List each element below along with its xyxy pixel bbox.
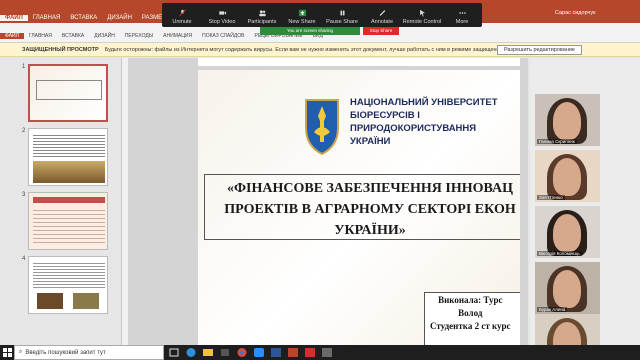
taskbar-search-box[interactable]: ⌕ Введіть пошуковий запит тут [14,345,164,360]
university-crest-icon [305,99,339,156]
tab2-design[interactable]: ДИЗАЙН [89,33,120,39]
participant-name: Вікторія Коломиєць [537,251,582,256]
participants-icon [258,10,266,17]
chrome-icon[interactable] [235,347,249,358]
stop-video-button[interactable]: Stop Video [202,9,242,25]
participant-name: Зоя Птенко [537,195,565,200]
tab-file[interactable]: ФАЙЛ [0,14,28,21]
windows-taskbar: ⌕ Введіть пошуковий запит тут [0,345,640,360]
slide-thumbnail-2[interactable] [28,128,108,186]
store-icon[interactable] [218,347,232,358]
tab-insert[interactable]: ВСТАВКА [65,15,102,21]
zoom-toolbar: Unmute Stop Video Participants New Share… [162,3,482,27]
word-icon[interactable] [269,347,283,358]
participant-video-2[interactable]: Зоя Птенко [535,150,600,202]
thumb-number: 3 [22,192,26,198]
windows-logo-icon [2,348,12,357]
tab-design[interactable]: ДИЗАЙН [102,15,137,21]
file-explorer-icon[interactable] [201,347,215,358]
screen-sharing-banner: You are screen sharing [260,27,360,35]
tab2-slideshow[interactable]: ПОКАЗ СЛАЙДОВ [197,33,249,39]
tab2-animations[interactable]: АНИМАЦИЯ [158,33,197,39]
pause-icon [340,10,344,16]
participant-name: Бурак Алена [537,307,568,312]
participant-video-5[interactable] [535,314,600,345]
remote-control-icon [419,9,425,17]
protected-view-title: ЗАЩИЩЕННЫЙ ПРОСМОТР [22,46,99,53]
task-view-icon[interactable] [167,347,181,358]
thumb-number: 4 [22,256,26,262]
more-button[interactable]: More [442,9,482,25]
participant-video-3[interactable]: Вікторія Коломиєць [535,206,600,258]
current-slide[interactable]: НАЦІОНАЛЬНИЙ УНІВЕРСИТЕТ БІОРЕСУРСІВ І П… [198,70,520,345]
participant-name: Галина Скрипник [537,139,577,144]
slide-thumbnail-4[interactable] [28,256,108,314]
participant-video-4[interactable]: Бурак Алена [535,262,600,314]
zoom-app-icon[interactable] [252,347,266,358]
unmute-button[interactable]: Unmute [162,9,202,25]
slide-thumbnails-pane[interactable]: 1 2 3 4 [0,58,122,345]
thumb-number: 1 [22,64,26,70]
protected-view-message: Будьте осторожны: файлы из Интернета мог… [104,46,538,53]
photos-icon[interactable] [320,347,334,358]
university-name: НАЦІОНАЛЬНИЙ УНІВЕРСИТЕТ БІОРЕСУРСІВ І П… [350,97,498,147]
powerpoint-icon[interactable] [286,347,300,358]
more-icon [458,12,466,14]
horizontal-ruler [198,58,520,66]
edge-icon[interactable] [184,347,198,358]
stop-share-button[interactable]: Stop Share [363,27,399,35]
acrobat-icon[interactable] [303,347,317,358]
slide-title[interactable]: «ФІНАНСОВЕ ЗАБЕЗПЕЧЕННЯ ІННОВАЦ ПРОЕКТІВ… [208,178,520,241]
tab2-insert[interactable]: ВСТАВКА [57,33,89,39]
annotate-icon [379,10,385,16]
author-info[interactable]: Виконала: Турс Волод Студентка 2 ст курс [430,294,511,333]
slide-thumbnail-3[interactable] [28,192,108,250]
new-share-button[interactable]: New Share [282,9,322,25]
remote-control-button[interactable]: Remote Control [402,9,442,25]
share-screen-icon [298,9,306,17]
pause-share-button[interactable]: Pause Share [322,9,362,25]
participants-button[interactable]: Participants [242,9,282,25]
tab2-home[interactable]: ГЛАВНАЯ [24,33,57,39]
tab2-file[interactable]: ФАЙЛ [0,33,24,39]
user-name[interactable]: Сарас сидорчук [555,10,596,16]
microphone-muted-icon [178,9,186,17]
tab-home[interactable]: ГЛАВНАЯ [28,15,66,21]
start-button[interactable] [0,345,14,360]
tab2-transitions[interactable]: ПЕРЕХОДЫ [120,33,158,39]
annotate-button[interactable]: Annotate [362,9,402,25]
slide-thumbnail-1[interactable] [28,64,108,122]
thumb-number: 2 [22,128,26,134]
search-icon: ⌕ [19,349,23,355]
enable-editing-button[interactable]: Разрешить редактирование [496,45,582,55]
video-camera-icon [218,11,226,15]
participant-video-1[interactable]: Галина Скрипник [535,94,600,146]
protected-view-bar: ЗАЩИЩЕННЫЙ ПРОСМОТР Будьте осторожны: фа… [0,43,640,57]
search-placeholder: Введіть пошуковий запит тут [25,349,106,356]
